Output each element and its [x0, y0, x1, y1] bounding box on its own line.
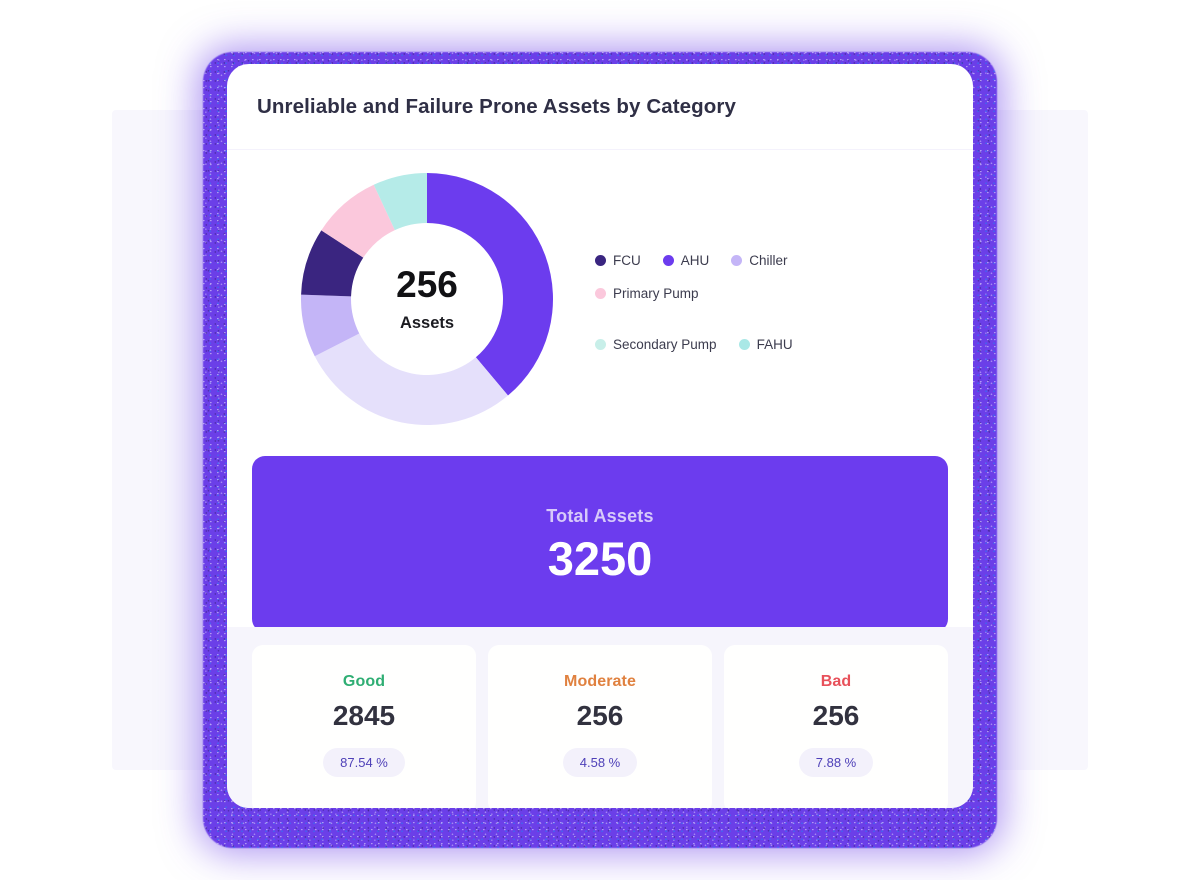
- legend-color-dot-icon: [662, 254, 674, 266]
- legend-item[interactable]: Primary Pump: [595, 286, 699, 301]
- stat-card-title: Moderate: [564, 673, 636, 690]
- legend-color-dot-icon: [731, 254, 743, 266]
- legend-label: FCU: [613, 252, 641, 268]
- legend-color-dot-icon: [595, 338, 606, 350]
- legend-label: Primary Pump: [613, 285, 699, 301]
- legend-label: Chiller: [749, 252, 788, 268]
- legend-label: AHU: [680, 252, 710, 268]
- legend-label: Secondary Pump: [613, 336, 717, 352]
- dashboard-card: Unreliable and Failure Prone Assets by C…: [227, 64, 973, 808]
- legend-color-dot-icon: [738, 338, 750, 350]
- chart-legend: FCU AHU Chiller Primary Pump Secondary Pump F…: [595, 253, 925, 352]
- legend-color-dot-icon: [595, 254, 606, 266]
- legend-item[interactable]: Chiller: [731, 252, 788, 268]
- stat-card-title: Bad: [820, 673, 852, 690]
- legend-label: FAHU: [756, 336, 793, 352]
- legend-item[interactable]: AHU: [662, 252, 710, 268]
- chart-area: 256 Assets FCU AHU Chiller Primary Pump Seco…: [227, 150, 973, 448]
- stat-card[interactable]: Moderate 256 4.58 %: [488, 645, 712, 808]
- stat-card-value: 2845: [332, 700, 396, 731]
- card-header: Unreliable and Failure Prone Assets by C…: [227, 64, 973, 150]
- stat-card[interactable]: Bad 256 7.88 %: [724, 645, 948, 808]
- stat-card-percent-badge: 87.54 %: [323, 748, 405, 777]
- donut-svg: [301, 173, 553, 425]
- legend-item[interactable]: FCU: [595, 253, 641, 268]
- total-assets-banner: Total Assets 3250: [252, 456, 948, 632]
- stats-layer: Good 2845 87.54 % Moderate 256 4.58 % Bad 256 7.…: [227, 645, 973, 808]
- stat-card-title: Good: [342, 673, 386, 690]
- stat-card-value: 256: [812, 700, 860, 731]
- stat-card-percent-badge: 7.88 %: [798, 748, 874, 777]
- donut-chart[interactable]: 256 Assets: [301, 173, 553, 425]
- donut-slice[interactable]: [314, 333, 508, 425]
- screenshot-root: Unreliable and Failure Prone Assets by C…: [0, 0, 1200, 880]
- page-title: Unreliable and Failure Prone Assets by C…: [257, 94, 737, 118]
- stat-card-percent-badge: 4.58 %: [562, 748, 638, 777]
- total-assets-value: 3250: [547, 532, 653, 585]
- legend-item[interactable]: FAHU: [738, 336, 793, 352]
- stats-row: Good 2845 87.54 % Moderate 256 4.58 % Bad 256 7.…: [227, 645, 973, 808]
- donut-slice[interactable]: [427, 173, 553, 396]
- stat-card[interactable]: Good 2845 87.54 %: [252, 645, 476, 808]
- stat-card-value: 256: [576, 700, 624, 731]
- legend-color-dot-icon: [595, 287, 606, 299]
- legend-item[interactable]: Secondary Pump: [595, 337, 717, 352]
- total-assets-label: Total Assets: [546, 506, 654, 526]
